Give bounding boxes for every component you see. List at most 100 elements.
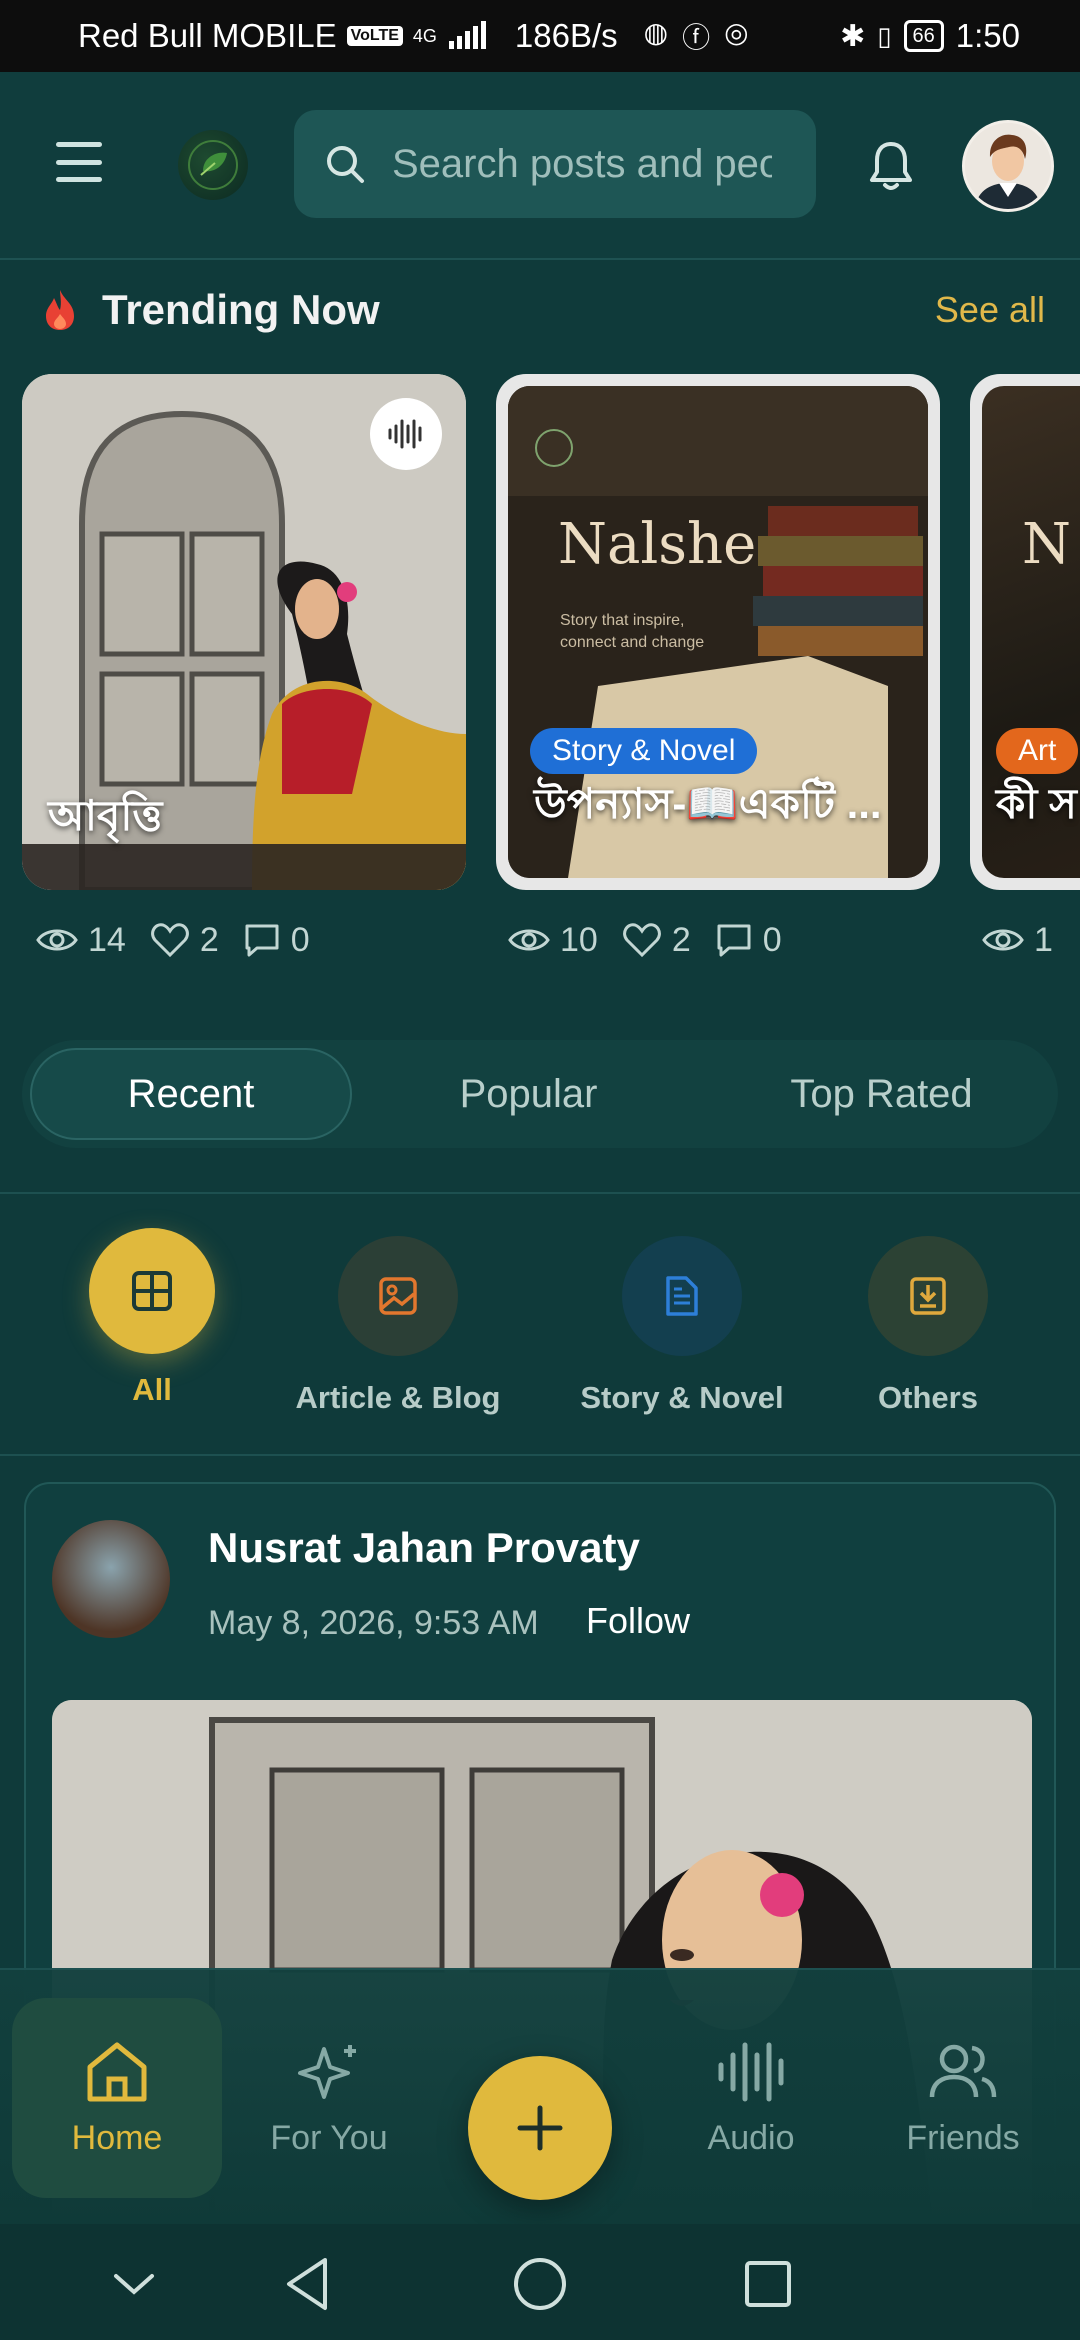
notification-icons: ◍ ⓕ ◎ xyxy=(644,16,749,56)
leaf-logo-icon xyxy=(188,140,238,190)
category-all[interactable]: All xyxy=(32,1228,272,1408)
comments-count: 0 xyxy=(290,920,310,959)
eye-icon xyxy=(36,929,78,951)
search-icon xyxy=(327,146,364,183)
nav-label: Home xyxy=(71,2118,163,2157)
network-speed: 186B/s xyxy=(514,17,618,54)
category-article-blog[interactable]: Article & Blog xyxy=(278,1228,518,1416)
bluetooth-icon: ✱ xyxy=(840,19,866,53)
comment-icon xyxy=(245,924,279,957)
eye-icon xyxy=(982,929,1024,951)
trending-header: Trending Now See all xyxy=(40,280,1045,340)
category-icon-wrap xyxy=(868,1236,988,1356)
volte-badge: VoLTE xyxy=(346,26,403,46)
search-input[interactable] xyxy=(392,141,772,187)
author-avatar[interactable] xyxy=(52,1520,170,1638)
comments-stat: 0 xyxy=(243,921,310,960)
views-stat: 14 xyxy=(36,921,126,960)
app-icon: ◎ xyxy=(724,17,749,48)
views-count: 10 xyxy=(560,920,598,959)
audio-wave-icon xyxy=(718,2042,784,2101)
heart-icon xyxy=(150,923,189,958)
card-image: Nalshe Story that inspire, connect and c… xyxy=(508,386,928,878)
nav-for-you[interactable]: For You xyxy=(224,1998,434,2198)
heart-icon xyxy=(622,923,661,958)
tab-popular[interactable]: Popular xyxy=(352,1048,705,1140)
bell-icon[interactable] xyxy=(866,138,916,194)
views-stat: 10 xyxy=(508,921,598,960)
follow-button[interactable]: Follow xyxy=(586,1600,690,1642)
category-badge: Story & Novel xyxy=(530,728,758,774)
trending-card[interactable]: Nalshe Story that inspire, connect and c… xyxy=(496,374,940,890)
carrier-name: Red Bull MOBILE xyxy=(78,17,337,54)
download-icon xyxy=(910,1277,946,1315)
trending-card[interactable]: N Art কী স xyxy=(970,374,1080,890)
search-bar[interactable] xyxy=(294,110,816,218)
trending-carousel[interactable]: আবৃত্তি Nalshe Story that inspire, conne… xyxy=(22,374,1080,894)
grid-icon xyxy=(132,1271,172,1311)
card-title: উপন্যাস-📖একটি ... xyxy=(534,780,882,827)
card-stats: 14 2 0 xyxy=(36,910,320,970)
likes-stat: 2 xyxy=(150,921,219,960)
carrier: Red Bull MOBILE VoLTE 4G xyxy=(78,17,487,55)
image-icon xyxy=(379,1277,417,1315)
brand-tagline: Story that inspire, connect and change xyxy=(560,612,705,651)
comments-count: 0 xyxy=(762,920,782,959)
views-count: 14 xyxy=(88,920,126,959)
vibrate-icon: ▯ xyxy=(877,20,892,51)
nav-label: For You xyxy=(270,2118,388,2157)
nav-audio[interactable]: Audio xyxy=(646,1998,856,2198)
category-label: All xyxy=(132,1372,172,1407)
category-icon-wrap xyxy=(89,1228,215,1354)
nav-label: Friends xyxy=(906,2118,1020,2157)
eye-icon xyxy=(508,929,550,951)
category-badge: Art xyxy=(996,728,1079,774)
create-post-button[interactable] xyxy=(468,2056,612,2200)
divider xyxy=(0,1454,1080,1456)
views-count: 1 xyxy=(1034,920,1053,959)
likes-stat: 2 xyxy=(622,921,691,960)
menu-icon[interactable] xyxy=(56,142,102,182)
sparkle-icon xyxy=(298,2044,356,2099)
system-collapse-icon[interactable] xyxy=(104,2254,164,2314)
document-icon xyxy=(666,1276,698,1316)
system-navigation xyxy=(0,2224,1080,2340)
system-back-icon[interactable] xyxy=(278,2254,338,2314)
card-title: আবৃত্তি xyxy=(48,792,163,839)
likes-count: 2 xyxy=(199,920,219,959)
nav-friends[interactable]: Friends xyxy=(858,1998,1068,2198)
category-icon-wrap xyxy=(622,1236,742,1356)
views-stat: 1 xyxy=(982,921,1053,960)
category-story-novel[interactable]: Story & Novel xyxy=(562,1228,802,1416)
brand-title: N xyxy=(1022,512,1071,577)
fire-icon xyxy=(46,290,74,330)
tab-top-rated[interactable]: Top Rated xyxy=(705,1048,1058,1140)
category-label: Article & Blog xyxy=(295,1380,501,1415)
brand-title: Nalshe xyxy=(558,512,757,577)
bottom-navigation: Home For You Audio Friends xyxy=(0,1968,1080,2224)
system-home-icon[interactable] xyxy=(510,2254,570,2314)
battery-icon: 66 xyxy=(903,20,944,52)
tab-recent[interactable]: Recent xyxy=(30,1048,352,1140)
trending-card[interactable]: আবৃত্তি xyxy=(22,374,466,890)
likes-count: 2 xyxy=(671,920,691,959)
see-all-link[interactable]: See all xyxy=(935,289,1045,331)
app-logo[interactable] xyxy=(178,130,248,200)
home-icon xyxy=(87,2042,147,2101)
nav-label: Audio xyxy=(707,2118,795,2157)
author-name[interactable]: Nusrat Jahan Provaty xyxy=(208,1524,640,1572)
system-recents-icon[interactable] xyxy=(738,2254,798,2314)
card-title: কী স xyxy=(996,780,1077,827)
card-image: N Art কী স xyxy=(982,386,1080,878)
audio-wave-icon xyxy=(388,419,422,449)
card-stats: 10 2 0 xyxy=(508,910,792,970)
category-filter: All Article & Blog Story & Novel Others xyxy=(0,1228,1080,1428)
plus-icon xyxy=(517,2105,563,2151)
category-others[interactable]: Others xyxy=(808,1228,1048,1416)
category-label: Others xyxy=(878,1380,978,1415)
app-header xyxy=(0,72,1080,260)
user-avatar-icon xyxy=(965,123,1051,209)
facebook-icon: ⓕ xyxy=(682,22,711,53)
profile-avatar[interactable] xyxy=(962,120,1054,212)
nav-home[interactable]: Home xyxy=(12,1998,222,2198)
